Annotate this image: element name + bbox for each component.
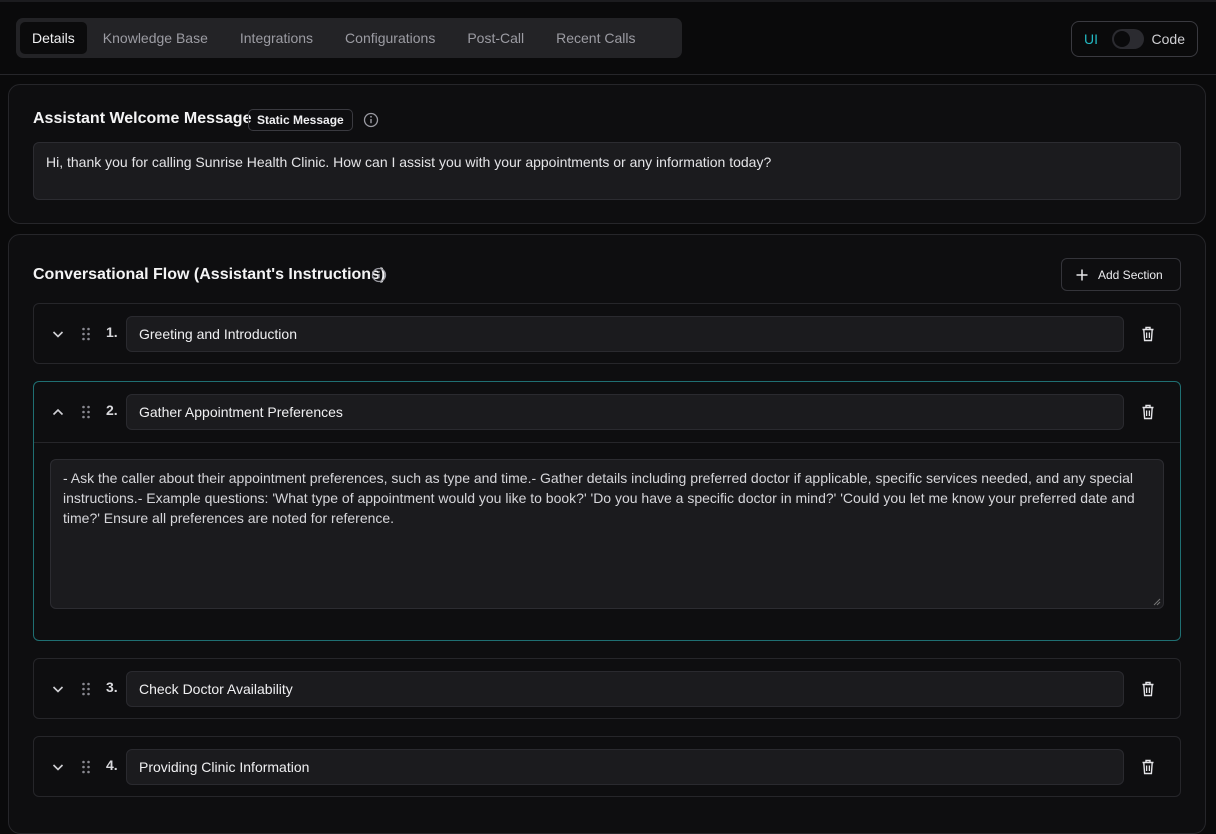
toggle-knob xyxy=(1114,31,1130,47)
trash-icon[interactable] xyxy=(1140,325,1156,343)
welcome-message-card: Assistant Welcome Message Static Message… xyxy=(8,84,1206,224)
tab-details[interactable]: Details xyxy=(20,22,87,54)
toggle-ui-label: UI xyxy=(1084,31,1098,47)
flow-section-expanded: 2. Gather Appointment Preferences - Ask … xyxy=(33,381,1181,641)
drag-handle-icon[interactable] xyxy=(78,325,94,343)
welcome-title: Assistant Welcome Message xyxy=(33,110,252,127)
section-body: - Ask the caller about their appointment… xyxy=(34,442,1180,641)
flow-title: Conversational Flow (Assistant's Instruc… xyxy=(33,266,386,283)
tab-post-call[interactable]: Post-Call xyxy=(451,22,540,54)
tab-configurations[interactable]: Configurations xyxy=(329,22,451,54)
section-instructions-textarea[interactable]: - Ask the caller about their appointment… xyxy=(50,459,1164,609)
add-section-button[interactable]: Add Section xyxy=(1061,258,1181,291)
toggle-code-label: Code xyxy=(1151,31,1185,47)
toggle-switch[interactable] xyxy=(1112,29,1144,49)
chevron-up-icon[interactable] xyxy=(50,404,66,420)
section-number: 2. xyxy=(106,402,118,418)
tab-knowledge-base[interactable]: Knowledge Base xyxy=(87,22,224,54)
drag-handle-icon[interactable] xyxy=(78,680,94,698)
tab-list: Details Knowledge Base Integrations Conf… xyxy=(16,18,682,58)
section-title-input[interactable]: Gather Appointment Preferences xyxy=(126,394,1124,430)
static-message-badge[interactable]: Static Message xyxy=(248,109,353,131)
drag-handle-icon[interactable] xyxy=(78,403,94,421)
chevron-down-icon[interactable] xyxy=(50,326,66,342)
ui-code-toggle[interactable]: UI Code xyxy=(1071,21,1198,57)
section-title-input[interactable]: Providing Clinic Information xyxy=(126,749,1124,785)
section-number: 3. xyxy=(106,679,118,695)
trash-icon[interactable] xyxy=(1140,403,1156,421)
add-section-label: Add Section xyxy=(1098,267,1163,282)
section-title-input[interactable]: Check Doctor Availability xyxy=(126,671,1124,707)
top-bar: Details Knowledge Base Integrations Conf… xyxy=(0,2,1216,75)
flow-section: 1. Greeting and Introduction xyxy=(33,303,1181,364)
flow-section: 4. Providing Clinic Information xyxy=(33,736,1181,797)
section-number: 1. xyxy=(106,324,118,340)
trash-icon[interactable] xyxy=(1140,758,1156,776)
tab-recent-calls[interactable]: Recent Calls xyxy=(540,22,651,54)
trash-icon[interactable] xyxy=(1140,680,1156,698)
section-number: 4. xyxy=(106,757,118,773)
chevron-down-icon[interactable] xyxy=(50,681,66,697)
section-title-input[interactable]: Greeting and Introduction xyxy=(126,316,1124,352)
flow-section: 3. Check Doctor Availability xyxy=(33,658,1181,719)
resize-handle-icon[interactable] xyxy=(1153,598,1161,606)
tab-integrations[interactable]: Integrations xyxy=(224,22,329,54)
conversational-flow-card: Conversational Flow (Assistant's Instruc… xyxy=(8,234,1206,834)
drag-handle-icon[interactable] xyxy=(78,758,94,776)
welcome-message-input[interactable]: Hi, thank you for calling Sunrise Health… xyxy=(33,142,1181,200)
info-icon[interactable] xyxy=(363,112,379,128)
chevron-down-icon[interactable] xyxy=(50,759,66,775)
info-icon[interactable] xyxy=(371,267,387,283)
section-instructions-text: - Ask the caller about their appointment… xyxy=(63,470,1135,526)
plus-icon xyxy=(1076,269,1088,280)
